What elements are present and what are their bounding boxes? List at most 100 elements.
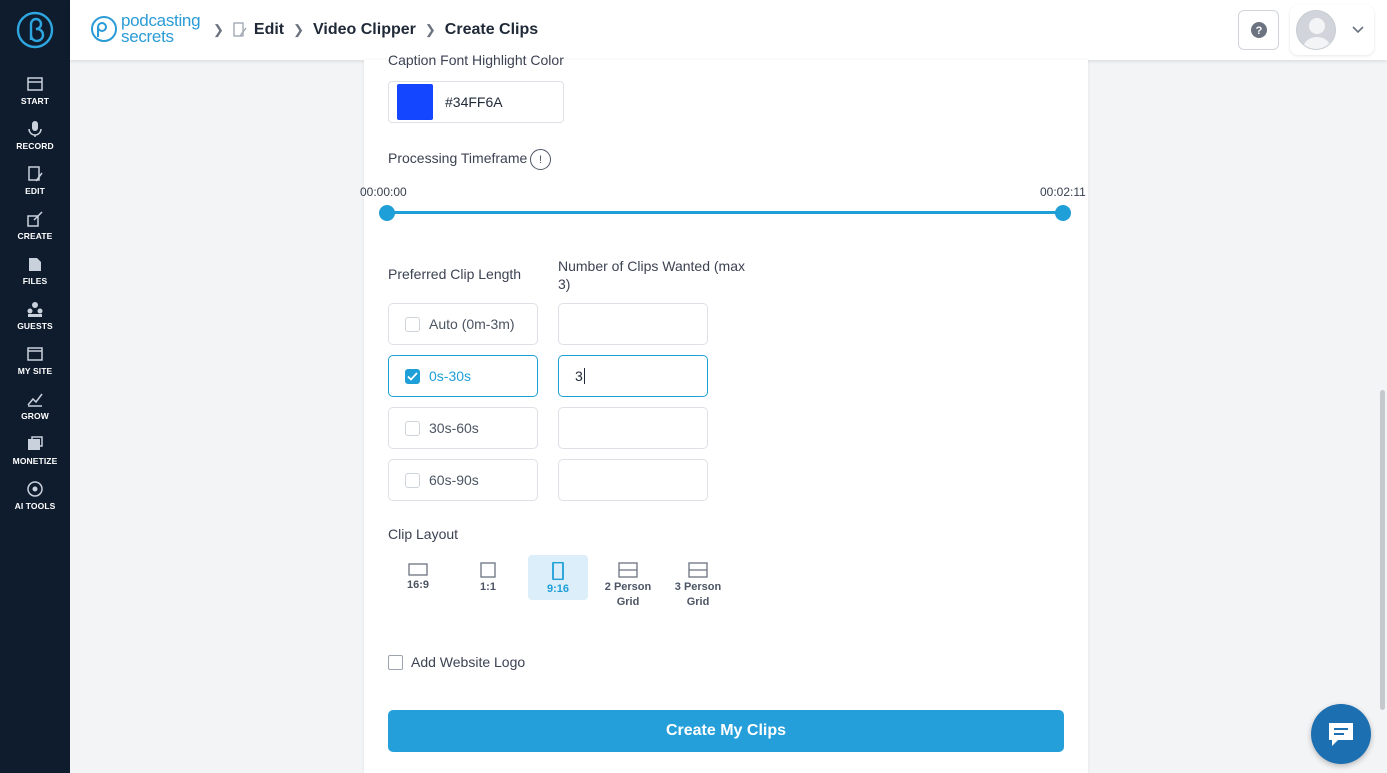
guests-icon: [27, 302, 43, 317]
brand-text: podcasting secrets: [121, 12, 201, 46]
sidebar-item-label: GUESTS: [17, 321, 53, 331]
breadcrumb-video-clipper[interactable]: Video Clipper: [313, 21, 416, 39]
three-person-grid-icon: [688, 562, 708, 578]
clips-count-input-60-90[interactable]: [558, 459, 708, 501]
checkbox[interactable]: [405, 472, 420, 488]
sidebar-item-label: START: [20, 96, 50, 106]
clip-length-label: 60s-90s: [429, 472, 479, 488]
top-bar: podcasting secrets ❯ Edit ❯ Video Clippe…: [70, 0, 1387, 60]
sidebar-item-label: AI TOOLS: [14, 501, 56, 511]
brand-line-2: secrets: [121, 27, 174, 46]
podcasting-secrets-logo-icon: [91, 16, 117, 42]
highlight-color-picker[interactable]: #34FF6A: [388, 81, 564, 123]
breadcrumb-edit[interactable]: Edit: [254, 21, 284, 39]
layout-label: 16:9: [406, 579, 430, 591]
sidebar-item-label: FILES: [22, 276, 48, 286]
checkbox[interactable]: [405, 420, 420, 436]
text-cursor: [583, 368, 585, 384]
user-silhouette-icon: [1303, 18, 1331, 49]
chevron-right-icon: ❯: [293, 22, 305, 37]
highlight-color-value[interactable]: #34FF6A: [445, 94, 503, 110]
checkmark-icon: [407, 371, 418, 381]
clips-wanted-label: Number of Clips Wanted (max 3): [558, 258, 745, 292]
highlight-color-label: Caption Font Highlight Color: [388, 52, 564, 68]
layout-option-3-person-grid[interactable]: 3 Person Grid: [668, 555, 728, 631]
create-clips-panel: Caption Font Highlight Color #34FF6A Pro…: [360, 52, 1088, 773]
timeframe-end: 00:02:11: [1040, 185, 1086, 199]
chat-icon: [1329, 723, 1353, 746]
help-button[interactable]: ?: [1238, 10, 1279, 50]
clip-length-label: 30s-60s: [429, 420, 479, 436]
chevron-right-icon: ❯: [213, 22, 224, 37]
layout-label: 1:1: [480, 581, 496, 593]
breadcrumb-create-clips: Create Clips: [444, 21, 539, 38]
sidebar: START RECORD EDIT CREATE FILES GUESTS MY…: [0, 0, 70, 773]
sidebar-item-label: MY SITE: [17, 366, 53, 376]
clip-layout-label: Clip Layout: [388, 526, 459, 542]
sidebar-item-create[interactable]: CREATE: [0, 210, 70, 250]
layout-label: 2 Person Grid: [604, 581, 652, 608]
checkbox[interactable]: [405, 368, 420, 384]
layout-label: 3 Person Grid: [674, 581, 722, 608]
create-my-clips-button[interactable]: Create My Clips: [388, 710, 1064, 752]
sidebar-item-grow[interactable]: GROW: [0, 390, 70, 430]
avatar: [1296, 10, 1336, 50]
clip-length-option-0-30[interactable]: 0s-30s: [388, 355, 538, 397]
timeframe-slider-track[interactable]: [386, 211, 1063, 214]
clip-length-option-30-60[interactable]: 30s-60s: [388, 407, 538, 449]
ai-tools-icon: [27, 481, 43, 497]
clip-length-label: 0s-30s: [429, 368, 472, 384]
monetize-icon: [28, 436, 43, 450]
chat-button[interactable]: [1311, 704, 1371, 764]
app-logo-icon[interactable]: [15, 10, 55, 50]
sidebar-item-label: EDIT: [25, 186, 45, 196]
two-person-grid-icon: [618, 562, 638, 578]
sidebar-item-my-site[interactable]: MY SITE: [0, 345, 70, 385]
user-menu-button[interactable]: [1290, 5, 1374, 55]
color-swatch[interactable]: [397, 84, 433, 120]
timeframe-start-handle[interactable]: [379, 205, 395, 221]
info-icon[interactable]: !: [530, 149, 551, 170]
square-icon: [480, 562, 496, 578]
sidebar-item-guests[interactable]: GUESTS: [0, 300, 70, 340]
landscape-icon: [408, 563, 428, 576]
sidebar-item-label: MONETIZE: [12, 456, 58, 466]
layout-option-1-1[interactable]: 1:1: [458, 555, 518, 631]
clip-length-option-auto[interactable]: Auto (0m-3m): [388, 303, 538, 345]
page-scrollbar[interactable]: [1380, 390, 1385, 710]
sidebar-item-files[interactable]: FILES: [0, 255, 70, 295]
my-site-icon: [27, 347, 43, 361]
start-icon: [27, 77, 43, 91]
chevron-right-icon: ❯: [424, 22, 436, 37]
checkbox[interactable]: [405, 316, 420, 332]
edit-icon: [233, 22, 247, 37]
timeframe-start: 00:00:00: [360, 185, 407, 199]
layout-label: 9:16: [546, 583, 570, 595]
svg-text:?: ?: [1255, 25, 1262, 37]
sidebar-item-start[interactable]: START: [0, 75, 70, 115]
sidebar-item-edit[interactable]: EDIT: [0, 165, 70, 205]
clips-count-input-auto[interactable]: [558, 303, 708, 345]
timeframe-end-handle[interactable]: [1055, 205, 1071, 221]
layout-option-9-16[interactable]: 9:16: [528, 555, 588, 600]
create-icon: [27, 211, 43, 227]
breadcrumb: ❯ Edit ❯ Video Clipper ❯ Create Clips: [204, 18, 538, 42]
microphone-icon: [28, 121, 42, 137]
sidebar-item-label: RECORD: [16, 141, 54, 151]
add-website-logo-label[interactable]: Add Website Logo: [411, 654, 525, 670]
portrait-icon: [552, 562, 564, 580]
layout-option-16-9[interactable]: 16:9: [388, 555, 448, 631]
sidebar-item-monetize[interactable]: MONETIZE: [0, 435, 70, 475]
clips-count-input-30-60[interactable]: [558, 407, 708, 449]
brand-logo[interactable]: podcasting secrets: [90, 12, 201, 46]
sidebar-item-record[interactable]: RECORD: [0, 120, 70, 160]
sidebar-item-ai-tools[interactable]: AI TOOLS: [0, 480, 70, 520]
sidebar-item-label: CREATE: [17, 231, 53, 241]
grow-icon: [27, 393, 43, 407]
add-website-logo-checkbox[interactable]: [388, 655, 403, 670]
clip-length-option-60-90[interactable]: 60s-90s: [388, 459, 538, 501]
sidebar-item-label: GROW: [21, 411, 49, 421]
layout-option-2-person-grid[interactable]: 2 Person Grid: [598, 555, 658, 631]
clips-count-input-0-30[interactable]: 3: [558, 355, 708, 397]
chevron-down-icon: [1352, 26, 1364, 34]
